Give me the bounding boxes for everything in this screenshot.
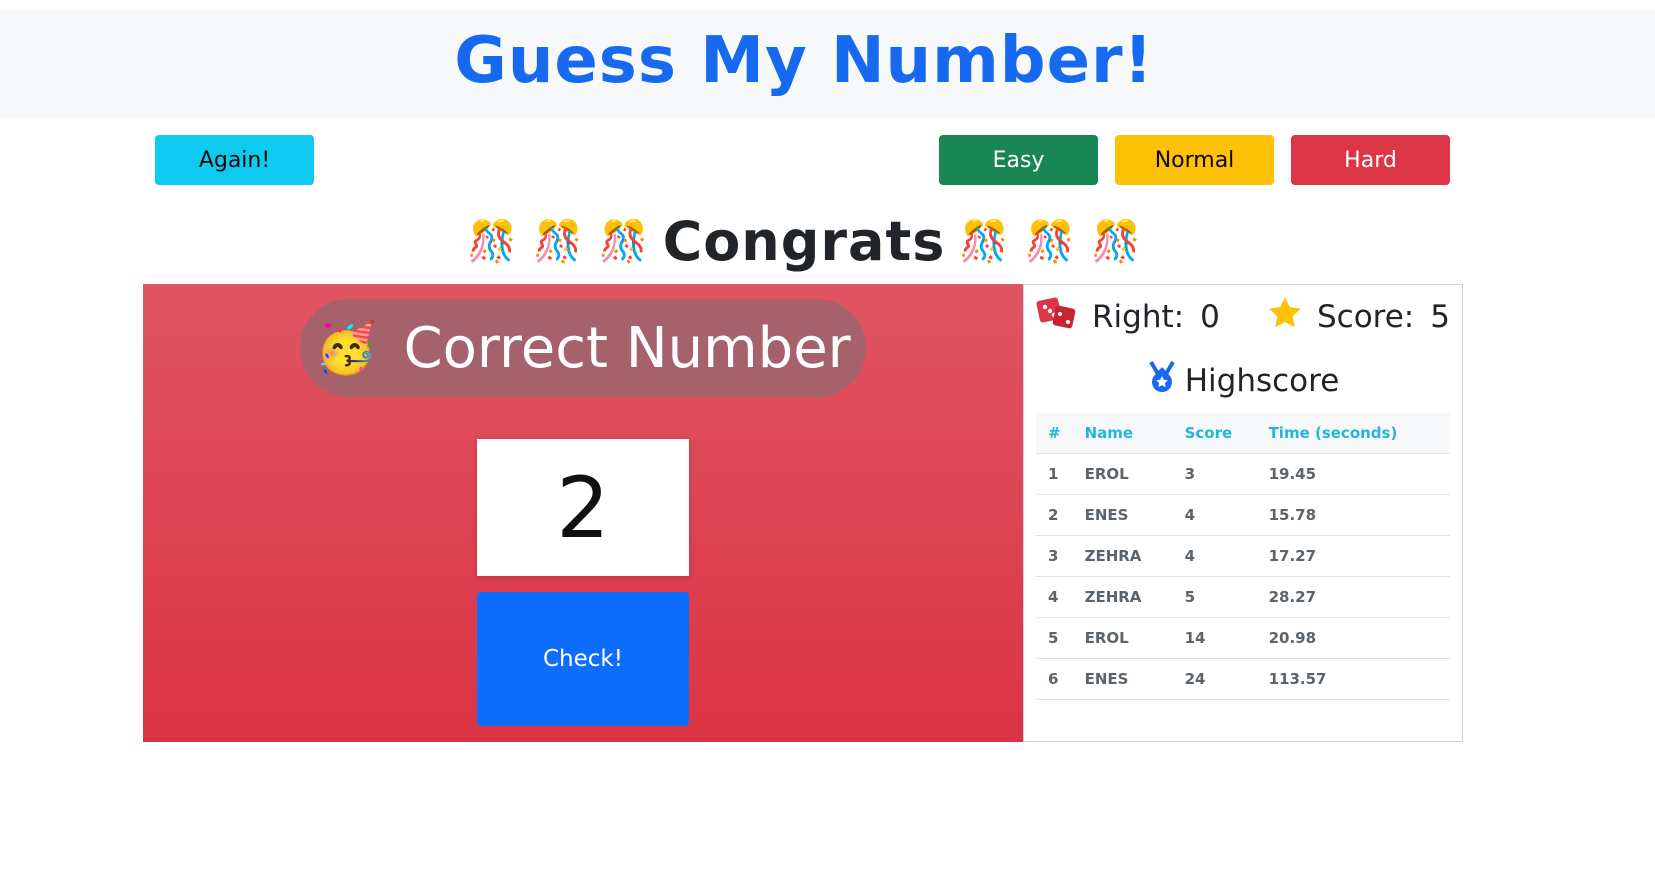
game-panel: 🥳 Correct Number 2 Check! [143, 284, 1023, 742]
right-label: Right: [1092, 299, 1185, 335]
easy-button[interactable]: Easy [939, 135, 1098, 185]
result-message-text: Correct Number [403, 315, 851, 381]
score-value: 5 [1430, 299, 1450, 335]
table-row: 2 ENES 4 15.78 [1036, 494, 1450, 536]
score-cell: 5 [1172, 576, 1257, 618]
result-message: 🥳 Correct Number [300, 299, 866, 397]
hard-button[interactable]: Hard [1291, 135, 1450, 185]
score-cell: 4 [1172, 494, 1257, 536]
column-header: Time (seconds) [1256, 413, 1450, 454]
congrats-banner: 🎊 🎊 🎊 Congrats 🎊 🎊 🎊 [0, 208, 1608, 274]
time-cell: 113.57 [1256, 658, 1450, 700]
highscore-table: # Name Score Time (seconds) 1 EROL 3 19.… [1036, 413, 1450, 700]
name-cell: EROL [1072, 617, 1173, 659]
confetti-icon: 🎊 [959, 218, 1010, 265]
rank-cell: 6 [1036, 658, 1073, 700]
time-cell: 19.45 [1256, 453, 1450, 495]
table-row: 1 EROL 3 19.45 [1036, 453, 1450, 495]
score-stat: Score: 5 [1267, 293, 1450, 341]
check-button[interactable]: Check! [477, 592, 689, 726]
rank-cell: 5 [1036, 617, 1073, 659]
name-cell: ZEHRA [1072, 576, 1173, 618]
time-cell: 28.27 [1256, 576, 1450, 618]
party-face-icon: 🥳 [315, 318, 378, 377]
normal-button[interactable]: Normal [1115, 135, 1274, 185]
rank-cell: 4 [1036, 576, 1073, 618]
star-icon [1267, 295, 1303, 339]
page-title: Guess My Number! [454, 24, 1154, 98]
column-header: Name [1072, 413, 1173, 454]
score-label: Score: [1316, 299, 1415, 335]
rank-cell: 3 [1036, 535, 1073, 577]
name-cell: ENES [1072, 494, 1173, 536]
congrats-text: Congrats [662, 209, 946, 273]
guess-input[interactable]: 2 [477, 439, 689, 576]
highscore-label: Highscore [1184, 363, 1340, 399]
confetti-icon: 🎊 [467, 218, 517, 265]
rank-cell: 1 [1036, 453, 1073, 495]
score-cell: 24 [1172, 658, 1257, 700]
name-cell: ENES [1072, 658, 1173, 700]
table-row: 3 ZEHRA 4 17.27 [1036, 535, 1450, 577]
confetti-icon: 🎊 [1091, 218, 1141, 265]
medal-icon [1147, 360, 1177, 402]
time-cell: 20.98 [1256, 617, 1450, 659]
column-header: Score [1172, 413, 1257, 454]
again-button[interactable]: Again! [155, 135, 314, 185]
column-header: # [1036, 413, 1073, 454]
score-cell: 3 [1172, 453, 1257, 495]
table-row: 6 ENES 24 113.57 [1036, 658, 1450, 700]
score-cell: 4 [1172, 535, 1257, 577]
rank-cell: 2 [1036, 494, 1073, 536]
table-row: 4 ZEHRA 5 28.27 [1036, 576, 1450, 618]
dice-icon [1036, 295, 1078, 339]
right-stat: Right: 0 [1036, 293, 1220, 341]
time-cell: 15.78 [1256, 494, 1450, 536]
time-cell: 17.27 [1256, 535, 1450, 577]
table-row: 5 EROL 14 20.98 [1036, 617, 1450, 659]
confetti-icon: 🎊 [532, 218, 583, 265]
confetti-icon: 🎊 [1025, 218, 1076, 265]
stats-panel: Right: 0 Score: 5 Highscore # Name Score [1023, 284, 1463, 742]
table-header-row: # Name Score Time (seconds) [1036, 413, 1450, 454]
highscore-title: Highscore [1024, 357, 1462, 405]
score-cell: 14 [1172, 617, 1257, 659]
right-value: 0 [1200, 299, 1220, 335]
name-cell: ZEHRA [1072, 535, 1173, 577]
confetti-icon: 🎊 [598, 218, 649, 265]
name-cell: EROL [1072, 453, 1173, 495]
